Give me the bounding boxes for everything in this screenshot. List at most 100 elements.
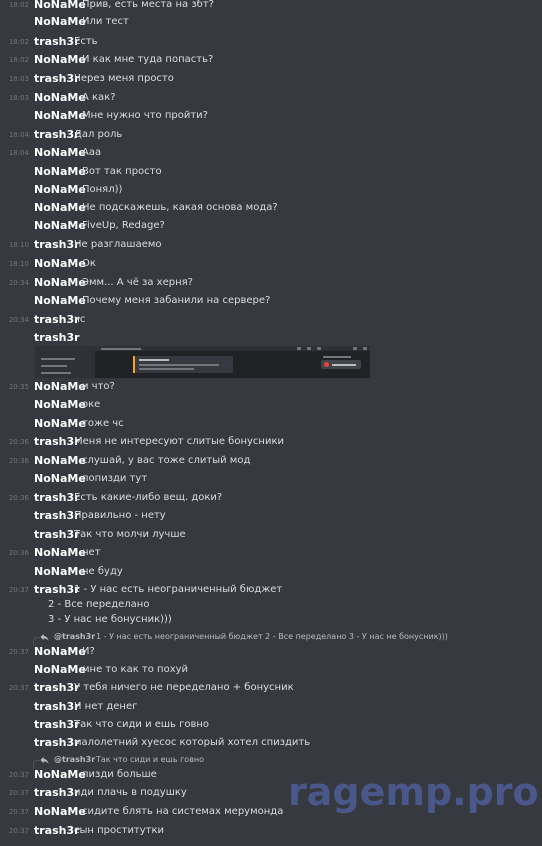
- help-icon: [363, 347, 367, 350]
- author-name[interactable]: NoNaMe: [34, 163, 86, 181]
- timestamp: 18:03: [8, 75, 29, 83]
- message-text: Есть: [74, 36, 98, 47]
- server-badge: [321, 360, 361, 369]
- author-name[interactable]: NoNaMe: [34, 766, 86, 784]
- author-name[interactable]: NoNaMe: [34, 661, 86, 679]
- author-name[interactable]: NoNaMe: [34, 378, 86, 396]
- author-name[interactable]: NoNaMe: [34, 13, 86, 31]
- author-name[interactable]: trash3r: [34, 126, 80, 144]
- author-name[interactable]: trash3r: [34, 734, 80, 752]
- message-text: попизди тут: [82, 473, 148, 484]
- author-name[interactable]: NoNaMe: [34, 292, 86, 310]
- message-text: А как?: [82, 92, 116, 103]
- screenshot-sidebar: [35, 351, 95, 378]
- author-name[interactable]: trash3r: [34, 716, 80, 734]
- message-row: trash3r Правильно - нету: [0, 507, 542, 525]
- message-text: Правильно - нету: [74, 510, 166, 521]
- author-name[interactable]: NoNaMe: [34, 107, 86, 125]
- reply-author[interactable]: @trash3r: [54, 753, 95, 767]
- message-text: Почему меня забанили на сервере?: [82, 295, 271, 306]
- reply-preview[interactable]: @trash3r 1 - У нас есть неограниченный б…: [0, 630, 542, 646]
- message-row: 18:10 NoNaMe Ок: [0, 255, 542, 273]
- message-text: Меня не интересуют слитые бонусники: [74, 436, 284, 447]
- chat-log: 18:02 NoNaMe Прив, есть места на збт? No…: [0, 0, 542, 846]
- timestamp: 20:36: [8, 549, 29, 557]
- author-name[interactable]: NoNaMe: [34, 199, 86, 217]
- message-row: 20:36 NoNaMe нет: [0, 544, 542, 562]
- author-name[interactable]: trash3r: [34, 236, 80, 254]
- author-name[interactable]: trash3r: [34, 679, 80, 697]
- message-text: Или тест: [82, 16, 129, 27]
- message-row: NoNaMe Мне нужно что пройти?: [0, 107, 542, 125]
- author-name[interactable]: NoNaMe: [34, 396, 86, 414]
- reply-arrow-icon: [40, 756, 49, 765]
- attached-screenshot[interactable]: [35, 346, 370, 378]
- author-name[interactable]: trash3r: [34, 489, 80, 507]
- author-name[interactable]: NoNaMe: [34, 563, 86, 581]
- author-name[interactable]: trash3r: [34, 526, 80, 544]
- timestamp: 20:35: [8, 383, 29, 391]
- author-name[interactable]: NoNaMe: [34, 415, 86, 433]
- message-row: 20:37 trash3r сын проститутки: [0, 822, 542, 840]
- author-name[interactable]: NoNaMe: [34, 144, 86, 162]
- message-row: 20:34 NoNaMe Эмм... А чё за херня?: [0, 274, 542, 292]
- timestamp: 18:04: [8, 149, 29, 157]
- author-name[interactable]: NoNaMe: [34, 643, 86, 661]
- timestamp: 20:36: [8, 494, 29, 502]
- author-name[interactable]: trash3r: [34, 33, 80, 51]
- author-name[interactable]: NoNaMe: [34, 217, 86, 235]
- message-row: NoNaMe тоже чс: [0, 415, 542, 433]
- author-name[interactable]: trash3r: [34, 70, 80, 88]
- author-name[interactable]: trash3r: [34, 433, 80, 451]
- author-name[interactable]: NoNaMe: [34, 181, 86, 199]
- author-name[interactable]: NoNaMe: [34, 89, 86, 107]
- message-text: Понял)): [82, 184, 123, 195]
- author-name[interactable]: NoNaMe: [34, 274, 86, 292]
- timestamp: 20:34: [8, 316, 29, 324]
- author-name[interactable]: trash3r: [34, 329, 80, 347]
- message-text: чс: [74, 314, 86, 325]
- timestamp: 18:10: [8, 241, 29, 249]
- timestamp: 20:37: [8, 827, 29, 835]
- message-text: оке: [82, 399, 101, 410]
- author-name[interactable]: trash3r: [34, 507, 80, 525]
- reply-author[interactable]: @trash3r: [54, 630, 95, 644]
- message-row: trash3r И нет денег: [0, 698, 542, 716]
- message-text: мне то как то похуй: [82, 664, 189, 675]
- message-text: Дал роль: [74, 129, 123, 140]
- message-text: Не подскажешь, какая основа мода?: [82, 202, 278, 213]
- message-text: Прив, есть места на збт?: [82, 0, 214, 10]
- members-icon: [317, 347, 321, 350]
- timestamp: 18:02: [8, 56, 29, 64]
- message-text: Так что сиди и ешь говно: [74, 719, 210, 730]
- author-name[interactable]: trash3r: [34, 311, 80, 329]
- timestamp: 20:34: [8, 279, 29, 287]
- author-name[interactable]: NoNaMe: [34, 470, 86, 488]
- message-row: 20:37 NoNaMe И?: [0, 643, 542, 661]
- author-name[interactable]: trash3r: [34, 698, 80, 716]
- message-text: Так что молчи лучше: [74, 529, 186, 540]
- author-name[interactable]: NoNaMe: [34, 255, 86, 273]
- message-row: 18:03 NoNaMe А как?: [0, 89, 542, 107]
- message-text: У тебя ничего не переделано + бонусник: [74, 682, 294, 693]
- message-row: NoNaMe оке: [0, 396, 542, 414]
- message-row: 18:04 trash3r Дал роль: [0, 126, 542, 144]
- author-name[interactable]: NoNaMe: [34, 0, 86, 14]
- message-row: NoNaMe Почему меня забанили на сервере?: [0, 292, 542, 310]
- message-text: тоже чс: [82, 418, 124, 429]
- message-text: Через меня просто: [74, 73, 174, 84]
- author-name[interactable]: NoNaMe: [34, 51, 86, 69]
- author-name[interactable]: NoNaMe: [34, 452, 86, 470]
- timestamp: 18:04: [8, 131, 29, 139]
- author-name[interactable]: NoNaMe: [34, 544, 86, 562]
- message-row: NoNaMe попизди тут: [0, 470, 542, 488]
- author-name[interactable]: NoNaMe: [34, 803, 86, 821]
- author-name[interactable]: trash3r: [34, 822, 80, 840]
- reply-preview[interactable]: @trash3r Так что сиди и ешь говно: [0, 753, 542, 769]
- timestamp: 18:02: [8, 1, 29, 9]
- message-text: Есть какие-либо вещ. доки?: [74, 492, 223, 503]
- author-name[interactable]: trash3r: [34, 784, 80, 802]
- message-row: 18:02 trash3r Есть: [0, 33, 542, 51]
- message-text: Ок: [82, 258, 96, 269]
- timestamp: 20:36: [8, 457, 29, 465]
